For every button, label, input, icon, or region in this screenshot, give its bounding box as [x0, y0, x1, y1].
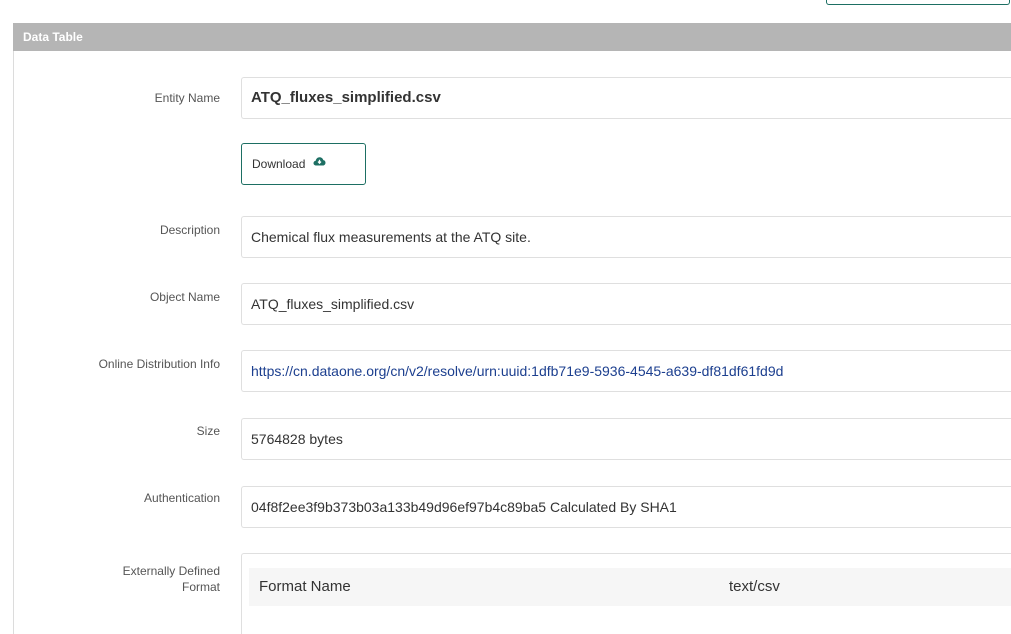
panel-header: Data Table — [13, 23, 1011, 51]
authentication-label: Authentication — [143, 491, 220, 505]
cloud-download-icon — [313, 143, 326, 183]
size-value: 5764828 bytes — [241, 418, 1011, 460]
size-label: Size — [196, 424, 220, 438]
external-format-box: Format Name text/csv — [241, 553, 1011, 634]
online-distribution-link[interactable]: https://cn.dataone.org/cn/v2/resolve/urn… — [241, 350, 1011, 392]
description-value: Chemical flux measurements at the ATQ si… — [241, 216, 1011, 258]
authentication-value: 04f8f2ee3f9b373b03a133b49d96ef97b4c89ba5… — [241, 486, 1011, 528]
format-name-label: Format Name — [259, 578, 351, 595]
description-label: Description — [159, 223, 220, 237]
panel-title: Data Table — [23, 30, 83, 44]
top-action-button[interactable] — [826, 0, 1010, 5]
object-name-label: Object Name — [149, 290, 220, 304]
external-format-label: Externally Defined Format — [14, 563, 220, 595]
download-label: Download — [252, 157, 306, 171]
format-name-row: Format Name text/csv — [249, 568, 1011, 606]
data-table-panel — [13, 51, 1011, 634]
external-format-label-line2: Format — [181, 580, 220, 594]
online-distribution-label: Online Distribution Info — [98, 357, 220, 371]
external-format-label-line1: Externally Defined — [122, 564, 220, 578]
format-name-value: text/csv — [729, 578, 780, 595]
entity-name-label: Entity Name — [154, 91, 220, 105]
entity-name-value: ATQ_fluxes_simplified.csv — [241, 77, 1011, 119]
object-name-value: ATQ_fluxes_simplified.csv — [241, 283, 1011, 325]
download-button[interactable]: Download — [241, 143, 366, 185]
